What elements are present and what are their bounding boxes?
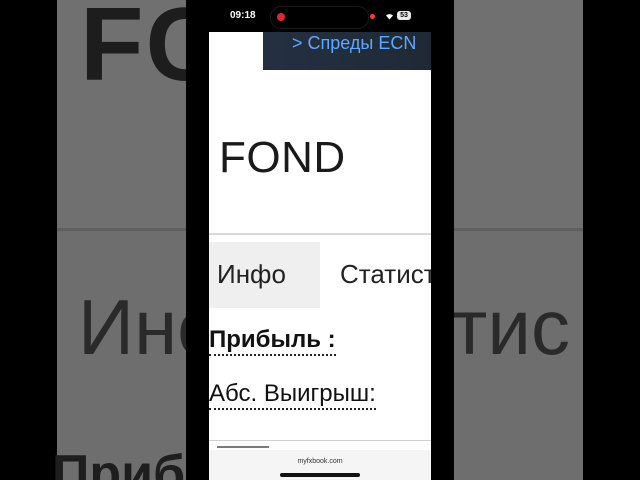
- abs-gain-label[interactable]: Абс. Выигрыш:: [209, 380, 376, 410]
- page-title: FOND: [219, 133, 346, 182]
- section-divider: [209, 233, 431, 235]
- camera-indicator-icon: [370, 14, 375, 19]
- battery-icon: 53: [397, 11, 411, 20]
- background-right-bar: [583, 0, 640, 480]
- tab-info-label: Инфо: [217, 259, 286, 289]
- status-time: 09:18: [230, 10, 256, 21]
- background-profit-text: Приб: [52, 445, 186, 480]
- browser-address-bar[interactable]: myfxbook.com: [209, 450, 431, 480]
- background-left-bar: [0, 0, 57, 480]
- wifi-icon: [385, 12, 394, 22]
- tab-info[interactable]: Инфо: [209, 242, 320, 308]
- profit-label[interactable]: Прибыль :: [209, 326, 336, 356]
- partial-element: [217, 446, 269, 448]
- dynamic-island[interactable]: [270, 6, 369, 29]
- content-bottom-divider: [209, 440, 431, 441]
- recording-icon: [277, 13, 285, 21]
- status-bar: 09:18 53: [209, 0, 431, 32]
- tab-statistics-label: Статистика: [340, 259, 431, 289]
- phone-screen: 09:18 53 > Спреды ECN FOND Инфо Статисти…: [209, 0, 431, 480]
- tab-bar: Инфо Статистика: [209, 242, 431, 308]
- tab-statistics[interactable]: Статистика: [320, 242, 431, 308]
- home-indicator[interactable]: [280, 473, 360, 477]
- url-text[interactable]: myfxbook.com: [209, 458, 431, 465]
- broker-banner[interactable]: > Спреды ECN: [263, 32, 431, 70]
- banner-text: > Спреды ECN: [292, 33, 417, 53]
- phone-frame: 09:18 53 > Спреды ECN FOND Инфо Статисти…: [186, 0, 454, 480]
